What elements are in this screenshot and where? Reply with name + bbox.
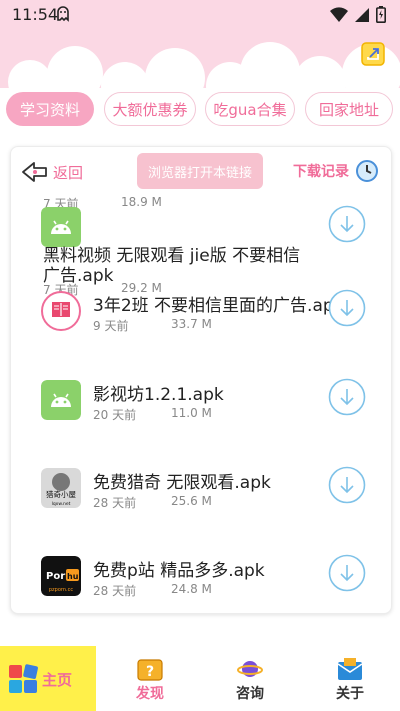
file-time: 20 天前 — [93, 408, 137, 422]
share-button[interactable] — [361, 42, 385, 66]
ghost-icon — [57, 6, 69, 22]
download-icon[interactable] — [328, 466, 366, 504]
tab-coupons[interactable]: 大额优惠券 — [104, 92, 196, 126]
ph-logo-right: hub — [67, 572, 81, 581]
clock-icon — [356, 160, 378, 182]
file-time: 28 天前 — [93, 496, 137, 510]
list-item[interactable]: 影视坊1.2.1.apk 20 天前 11.0 M — [11, 378, 391, 460]
nav-discover[interactable]: ? 发现 — [100, 646, 200, 711]
ph-logo-subtext: pzporn.cc — [49, 587, 74, 593]
nav-consult-label: 咨询 — [236, 686, 264, 702]
lieqi-app-icon: 猎奇小屋 lqxw.net — [41, 468, 81, 508]
download-icon[interactable] — [328, 289, 366, 327]
wifi-icon — [330, 6, 348, 22]
nav-about[interactable]: 关于 — [300, 646, 400, 711]
signal-icon — [355, 7, 369, 22]
file-list-card: 返回 浏览器打开本链接 下载记录 7 天前 18.9 M 黑料视频 无限观看 j… — [10, 146, 392, 614]
file-name: 免费猎奇 无限观看.apk — [93, 473, 271, 493]
home-grid-icon — [9, 664, 38, 693]
nav-home-label: 主页 — [42, 671, 73, 689]
back-button[interactable]: 返回 — [21, 157, 83, 187]
android-icon — [41, 380, 81, 420]
svg-text:?: ? — [146, 664, 154, 680]
list-item[interactable]: 3年2班 不要相信里面的广告.apk 9 天前 33.7 M — [11, 289, 391, 371]
file-time: 9 天前 — [93, 319, 129, 333]
file-name: 影视坊1.2.1.apk — [93, 385, 224, 405]
category-tabs: 学习资料 大额优惠券 吃gua合集 回家地址 — [0, 92, 400, 130]
battery-icon — [376, 6, 386, 23]
tab-home-address[interactable]: 回家地址 — [305, 92, 393, 126]
download-icon[interactable] — [328, 205, 366, 243]
download-icon[interactable] — [328, 378, 366, 416]
open-in-browser-button[interactable]: 浏览器打开本链接 — [137, 153, 263, 189]
list-item[interactable]: 猎奇小屋 lqxw.net 免费猎奇 无限观看.apk 28 天前 25.6 M — [11, 466, 391, 548]
file-size: 24.8 M — [171, 582, 212, 596]
bottom-nav: 主页 ? 发现 咨询 关于 — [0, 646, 400, 711]
download-icon[interactable] — [328, 554, 366, 592]
nav-consult[interactable]: 咨询 — [200, 646, 300, 711]
lieqi-logo-subtext: lqxw.net — [52, 501, 71, 507]
back-arrow-icon — [22, 162, 47, 182]
file-size: 33.7 M — [171, 317, 212, 331]
status-bar: 11:54 — [0, 0, 400, 30]
porn-app-icon: Porn hub pzporn.cc — [41, 556, 81, 596]
file-time: 28 天前 — [93, 584, 137, 598]
nav-discover-label: 发现 — [136, 686, 164, 702]
list-item[interactable]: Porn hub pzporn.cc 免费p站 精品多多.apk 28 天前 2… — [11, 554, 391, 613]
file-name: 3年2班 不要相信里面的广告.apk — [93, 296, 344, 316]
file-size: 11.0 M — [171, 406, 212, 420]
tab-gossip[interactable]: 吃gua合集 — [205, 92, 295, 126]
nav-about-label: 关于 — [336, 686, 364, 702]
tab-study[interactable]: 学习资料 — [6, 92, 94, 126]
file-name: 免费p站 精品多多.apk — [93, 561, 265, 581]
download-history-label: 下载记录 — [293, 164, 349, 180]
book-app-icon — [41, 291, 81, 331]
lieqi-logo-text: 猎奇小屋 — [46, 489, 76, 499]
file-size: 25.6 M — [171, 494, 212, 508]
status-time: 11:54 — [12, 5, 59, 24]
list-item[interactable]: 黑料视频 无限观看 jie版 不要相信 广告.apk 7 天前 29.2 M — [11, 205, 391, 297]
back-label: 返回 — [53, 163, 84, 182]
planet-icon — [237, 661, 263, 677]
mail-icon — [337, 658, 363, 680]
download-history-button[interactable]: 下载记录 — [293, 157, 379, 185]
nav-home[interactable]: 主页 — [0, 646, 100, 711]
question-box-icon: ? — [137, 659, 163, 681]
